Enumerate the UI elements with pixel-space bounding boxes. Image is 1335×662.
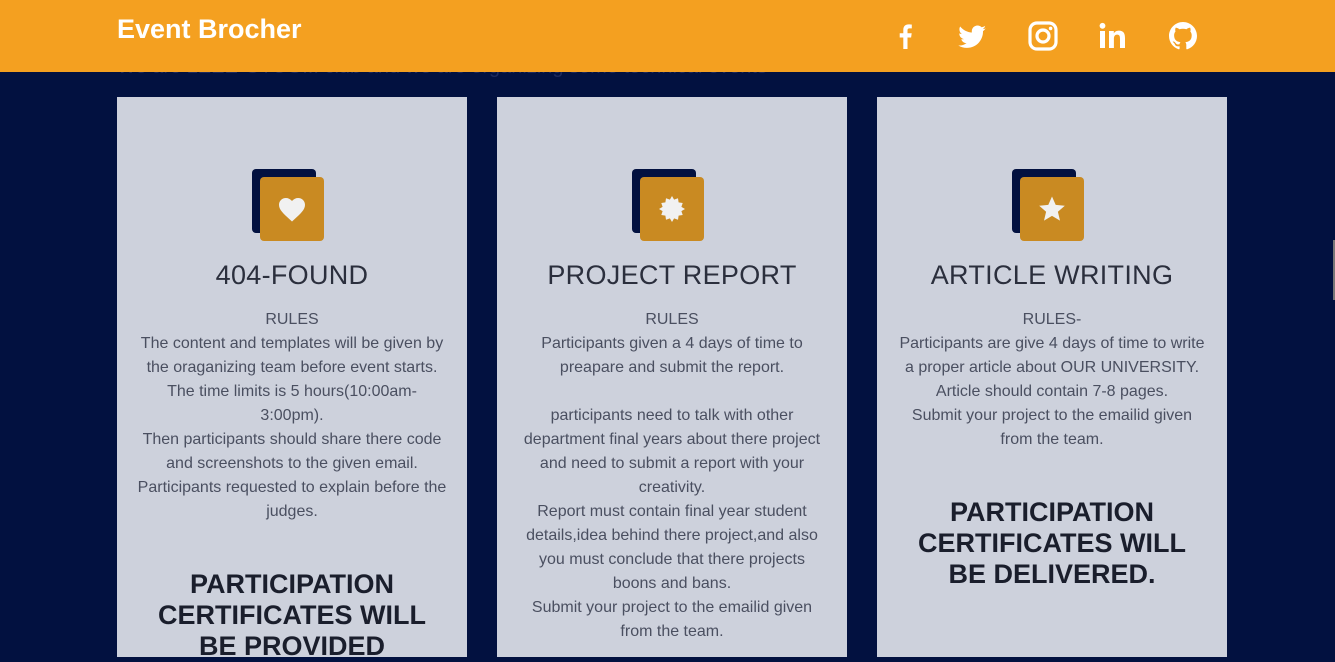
rule-line: Submit your project to the emailid given… — [911, 407, 1193, 448]
star-icon — [1039, 196, 1065, 221]
twitter-icon[interactable] — [954, 18, 990, 54]
certificate-icon — [659, 196, 685, 222]
card-icon-box — [632, 169, 704, 241]
rules-heading: RULES — [265, 311, 319, 328]
linkedin-icon[interactable] — [1095, 18, 1131, 54]
card-title: ARTICLE WRITING — [930, 260, 1174, 290]
rule-line: Participants requested to explain before… — [137, 479, 447, 520]
rules-heading: RULES- — [1022, 311, 1082, 328]
rule-line: Article should contain 7-8 pages. — [935, 383, 1169, 400]
heart-icon — [279, 198, 305, 222]
rule-line: Then participants should share there cod… — [142, 431, 442, 472]
event-card-404-found: 404-FOUND RULES The content and template… — [117, 97, 467, 661]
card-icon-box — [252, 169, 324, 241]
navbar: Event Brocher — [0, 0, 1335, 72]
rules-text: RULES- Participants are give 4 days of t… — [897, 308, 1207, 452]
rules-text: RULES The content and templates will be … — [137, 308, 447, 524]
rule-spacer — [517, 380, 827, 404]
event-card-article-writing: ARTICLE WRITING RULES- Participants are … — [877, 97, 1227, 657]
certificate-notice: PARTICIPATION CERTIFICATES WILL BE PROVI… — [158, 569, 426, 661]
instagram-icon[interactable] — [1025, 18, 1061, 54]
rule-line: The time limits is 5 hours(10:00am-3:00p… — [167, 383, 417, 424]
rule-line: participants need to talk with other dep… — [523, 407, 821, 496]
rule-line: Report must contain final year student d… — [526, 503, 818, 592]
rule-line: Participants given a 4 days of time to p… — [541, 335, 803, 376]
rule-line: Participants are give 4 days of time to … — [899, 335, 1205, 376]
card-title: PROJECT REPORT — [547, 260, 797, 290]
facebook-icon[interactable] — [887, 18, 923, 54]
certificate-notice: PARTICIPATION CERTIFICATES WILL BE DELIV… — [918, 497, 1186, 589]
github-icon[interactable] — [1165, 18, 1201, 54]
rules-text: RULES Participants given a 4 days of tim… — [517, 308, 827, 644]
brand-title[interactable]: Event Brocher — [117, 14, 302, 45]
rule-line: The content and templates will be given … — [140, 335, 444, 376]
event-card-project-report: PROJECT REPORT RULES Participants given … — [497, 97, 847, 657]
rule-line: Submit your project to the emailid given… — [531, 599, 813, 640]
card-title: 404-FOUND — [215, 260, 369, 290]
rules-heading: RULES — [645, 311, 699, 328]
card-icon-box — [1012, 169, 1084, 241]
